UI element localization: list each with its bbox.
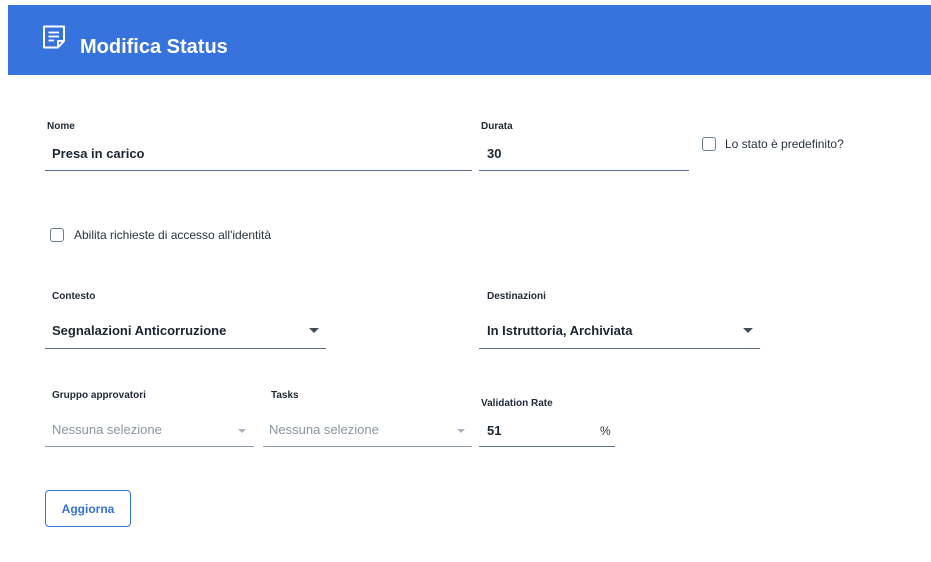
validation-rate-label: Validation Rate <box>481 398 553 409</box>
page-title: Modifica Status <box>80 36 228 58</box>
contesto-select[interactable]: Segnalazioni Anticorruzione <box>52 323 226 339</box>
contesto-label: Contesto <box>52 291 96 302</box>
destinazioni-select[interactable]: In Istruttoria, Archiviata <box>487 323 632 339</box>
tasks-underline <box>263 446 472 447</box>
abilita-richieste-checkbox[interactable] <box>50 228 64 242</box>
predefinito-label: Lo stato è predefinito? <box>725 137 844 151</box>
page-header: Modifica Status <box>8 5 931 75</box>
contesto-chevron-down-icon[interactable] <box>309 328 319 333</box>
tasks-label: Tasks <box>271 390 299 401</box>
destinazioni-underline <box>479 348 760 349</box>
gruppo-approvatori-label: Gruppo approvatori <box>52 390 146 401</box>
predefinito-checkbox[interactable] <box>702 137 716 151</box>
abilita-richieste-label: Abilita richieste di accesso all'identit… <box>74 228 272 242</box>
gruppo-approvatori-underline <box>45 446 254 447</box>
validation-rate-input[interactable]: 51 <box>487 423 501 439</box>
validation-rate-underline <box>479 446 615 447</box>
nome-underline <box>45 170 472 171</box>
destinazioni-chevron-down-icon[interactable] <box>743 328 753 333</box>
validation-rate-unit: % <box>600 424 611 438</box>
durata-label: Durata <box>481 121 513 132</box>
note-edit-icon <box>43 25 65 49</box>
tasks-chevron-down-icon[interactable] <box>457 429 465 433</box>
nome-label: Nome <box>47 121 75 132</box>
nome-input[interactable]: Presa in carico <box>52 146 145 162</box>
gruppo-approvatori-select[interactable]: Nessuna selezione <box>52 422 162 438</box>
contesto-underline <box>45 348 326 349</box>
tasks-select[interactable]: Nessuna selezione <box>269 422 379 438</box>
durata-input[interactable]: 30 <box>487 146 501 162</box>
gruppo-approvatori-chevron-down-icon[interactable] <box>238 429 246 433</box>
aggiorna-button[interactable]: Aggiorna <box>45 490 131 527</box>
durata-underline <box>479 170 689 171</box>
destinazioni-label: Destinazioni <box>487 291 546 302</box>
